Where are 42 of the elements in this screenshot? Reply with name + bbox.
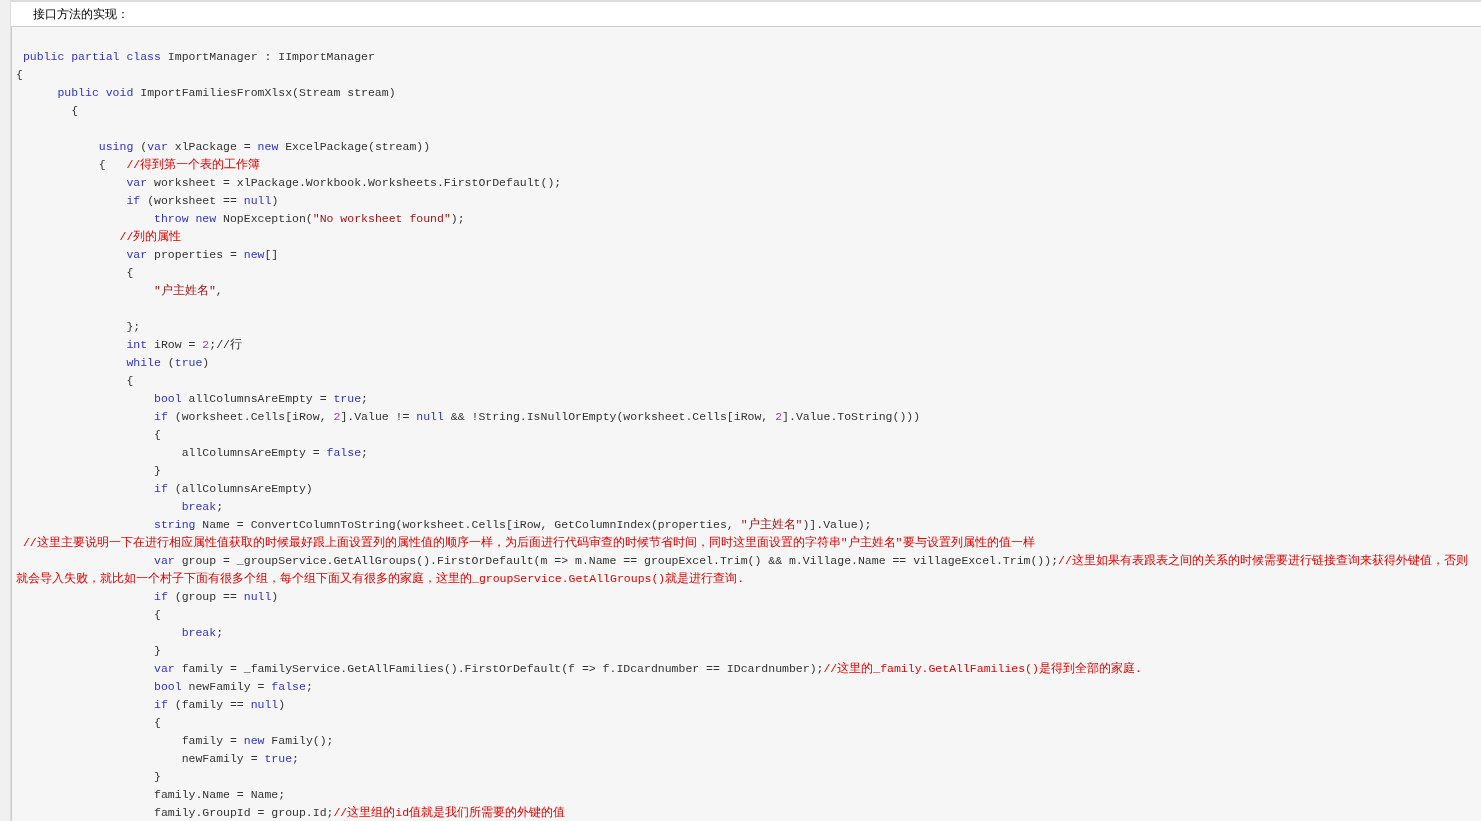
code-line: { xyxy=(153,428,161,441)
code-line: { xyxy=(153,608,161,621)
code-line: bool allColumnsAreEmpty = true; xyxy=(153,392,368,405)
code-line: //列的属性 xyxy=(118,230,182,243)
code-line: var family = _familyService.GetAllFamilies().FirstOrDefault(f => f.IDcardnumber == IDcardnumber);//这里的_family.GetAllFamilies()是得到全部的家庭. xyxy=(153,662,1142,675)
code-line: newFamily = true; xyxy=(180,752,299,765)
code-line: break; xyxy=(180,626,224,639)
code-line: family = new Family(); xyxy=(180,734,334,747)
code-line: "户主姓名", xyxy=(153,284,223,297)
code-line: { xyxy=(16,68,23,81)
code-line: { xyxy=(125,266,134,279)
code-line: while (true) xyxy=(125,356,210,369)
code-line: if (group == null) xyxy=(153,590,279,603)
code-line: if (allColumnsAreEmpty) xyxy=(153,482,313,495)
code-line: public void ImportFamiliesFromXlsx(Stream stream) xyxy=(56,86,396,99)
code-line: string Name = ConvertColumnToString(worksheet.Cells[iRow, GetColumnIndex(properties, "户主姓名")].Value); xyxy=(153,518,872,531)
code-line: } xyxy=(153,770,161,783)
code-line: break; xyxy=(180,500,224,513)
code-line: if (family == null) xyxy=(153,698,286,711)
code-line: allColumnsAreEmpty = false; xyxy=(180,446,368,459)
code-line: public partial class ImportManager : IImportManager xyxy=(21,50,375,63)
code-line: } xyxy=(153,644,161,657)
code-line: }; xyxy=(125,320,141,333)
code-line: 就会导入失败，就比如一个村子下面有很多个组，每个组下面又有很多的家庭，这里的_groupService.GetAllGroups()就是进行查询. xyxy=(16,572,745,585)
code-line: var properties = new[] xyxy=(125,248,279,261)
code-line: { xyxy=(125,374,134,387)
code-line: int iRow = 2;//行 xyxy=(125,338,242,351)
code-line: { xyxy=(70,104,79,117)
code-line: { xyxy=(153,716,161,729)
code-line: var worksheet = xlPackage.Workbook.Worksheets.FirstOrDefault(); xyxy=(125,176,562,189)
code-line: //这里主要说明一下在进行相应属性值获取的时候最好跟上面设置列的属性值的顺序一样，为后面进行代码审查的时候节省时间，同时这里面设置的字符串"户主姓名"要与设置列属性的值一样 xyxy=(21,536,1035,549)
code-line: bool newFamily = false; xyxy=(153,680,313,693)
code-line: if (worksheet.Cells[iRow, 2].Value != null && !String.IsNullOrEmpty(worksheet.Cells[iRow, 2].Value.ToString())) xyxy=(153,410,921,423)
code-line: family.Name = Name; xyxy=(153,788,286,801)
code-line: family.GroupId = group.Id;//这里组的id值就是我们所需要的外键的值 xyxy=(153,806,566,819)
code-line: if (worksheet == null) xyxy=(125,194,279,207)
code-line: throw new NopException("No worksheet found"); xyxy=(153,212,465,225)
section-heading: 接口方法的实现： xyxy=(33,5,129,23)
code-line: var group = _groupService.GetAllGroups().FirstOrDefault(m => m.Name == groupExcel.Trim() && m.Village.Name == villageExcel.Trim());//这里如果有表跟表之间的关系的时候需要进行链接查询来获得外键值，否则 xyxy=(153,554,1468,567)
code-line: using (var xlPackage = new ExcelPackage(stream)) xyxy=(97,140,431,153)
code-line: } xyxy=(153,464,161,477)
code-line: { //得到第一个表的工作簿 xyxy=(97,158,261,171)
